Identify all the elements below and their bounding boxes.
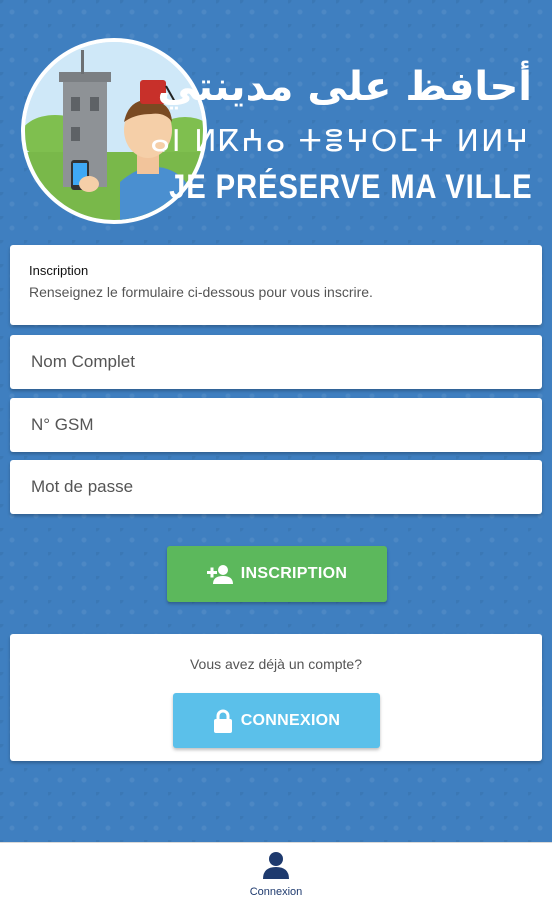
bottom-nav: Connexion: [0, 842, 552, 901]
password-field-card: [10, 460, 542, 514]
gsm-field-card: [10, 398, 542, 452]
connexion-label: CONNEXION: [240, 711, 341, 729]
header: أحافظ على مدينتي ⴰⵏ ⵍⴽⵄⴰ ⵜⴻⵖⵔⵎⵜ ⵍⵍⵖ JE P…: [0, 0, 552, 240]
name-input[interactable]: [29, 351, 523, 373]
connexion-button[interactable]: CONNEXION: [173, 693, 380, 748]
intro-title: Inscription: [29, 263, 89, 278]
intro-text: Renseignez le formulaire ci-dessous pour…: [29, 284, 373, 300]
add-user-icon: [206, 564, 233, 584]
password-input[interactable]: [29, 476, 523, 498]
intro-card: Inscription Renseignez le formulaire ci-…: [10, 245, 542, 325]
tab-connexion[interactable]: Connexion: [236, 843, 316, 901]
name-field-card: [10, 335, 542, 389]
title-french: JE PRÉSERVE MA VILLE: [168, 168, 532, 206]
title-arabic: أحافظ على مدينتي: [157, 64, 532, 110]
inscription-label: INSCRIPTION: [240, 565, 348, 582]
gsm-input[interactable]: [29, 414, 523, 436]
inscription-button[interactable]: INSCRIPTION: [167, 546, 387, 602]
tab-connexion-label: Connexion: [249, 886, 303, 898]
user-icon: [262, 851, 290, 884]
lock-icon: [213, 709, 233, 733]
title-tifinagh: ⴰⵏ ⵍⴽⵄⴰ ⵜⴻⵖⵔⵎⵜ ⵍⵍⵖ: [150, 124, 530, 159]
login-question: Vous avez déjà un compte?: [189, 656, 362, 672]
